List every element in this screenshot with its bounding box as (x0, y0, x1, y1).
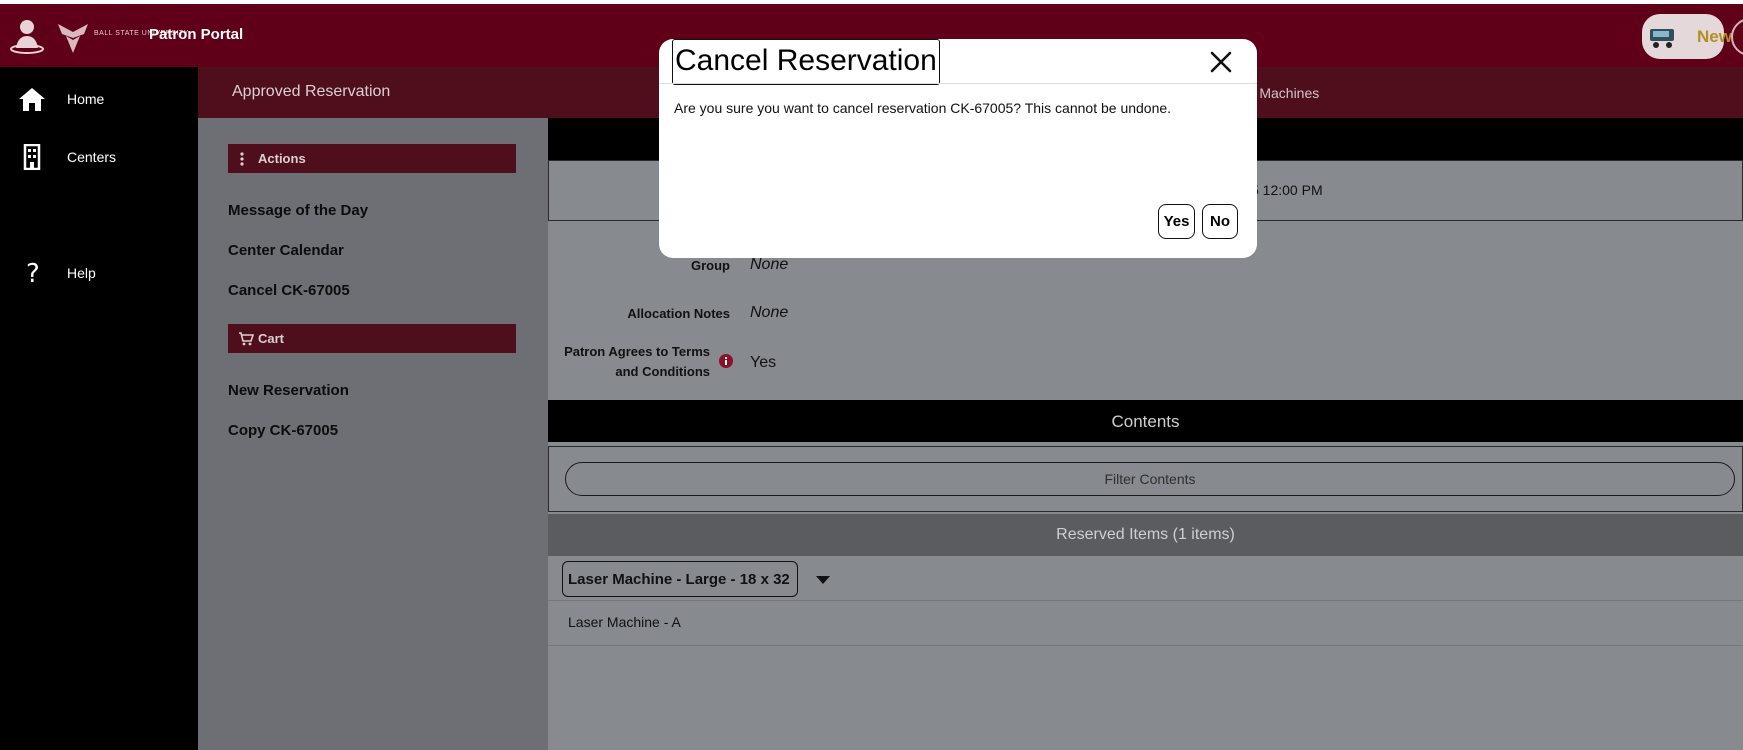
allocation-notes-value: None (750, 304, 789, 321)
building-icon (23, 144, 41, 170)
modal-divider (659, 83, 1257, 84)
question-icon: ? (26, 260, 40, 286)
yes-button[interactable]: Yes (1158, 204, 1195, 239)
actions-heading: Actions (228, 144, 516, 173)
close-icon[interactable] (1206, 47, 1236, 77)
item-type-label: Laser Machine - Large - 18 x 32 (568, 571, 790, 588)
cancel-reservation-link[interactable]: Cancel CK-67005 (228, 282, 350, 299)
user-icon[interactable] (10, 18, 44, 54)
nav-item-home[interactable]: Home (0, 81, 198, 117)
filter-contents-input[interactable] (565, 462, 1735, 496)
divider (548, 645, 1743, 646)
group-value: None (750, 256, 789, 273)
datetime-value: 5 12:00 PM (1251, 182, 1323, 198)
new-reservation-link[interactable]: New Reservation (228, 382, 349, 399)
chevron-down-icon[interactable] (816, 575, 830, 585)
terms-label: Patron Agrees to Terms and Conditions (564, 344, 710, 379)
filter-box (548, 446, 1743, 512)
no-button[interactable]: No (1202, 204, 1238, 239)
copy-reservation-link[interactable]: Copy CK-67005 (228, 422, 338, 439)
nav-item-help[interactable]: ? Help (0, 255, 198, 291)
portal-title: Patron Portal (149, 26, 244, 43)
nav-item-label: Help (67, 265, 96, 281)
info-icon[interactable] (719, 354, 733, 368)
university-seal-icon (58, 24, 88, 53)
modal-title: Cancel Reservation (672, 39, 940, 85)
modal-message: Are you sure you want to cancel reservat… (674, 100, 1172, 116)
cart-icon (239, 332, 254, 346)
vertical-dots-icon (240, 152, 244, 166)
page-title: Approved Reservation (232, 83, 391, 100)
cancel-reservation-modal: Cancel Reservation Are you sure you want… (659, 39, 1257, 258)
actions-sidebar: Actions Message of the Day Center Calend… (198, 118, 548, 750)
reserved-items-header: Reserved Items (1 items) (548, 514, 1743, 556)
item-type-select[interactable]: Laser Machine - Large - 18 x 32 (562, 561, 798, 597)
contents-header-label: Contents (1111, 412, 1180, 431)
reserved-items-label: Reserved Items (1 items) (1056, 526, 1235, 543)
divider (548, 600, 1743, 601)
allocation-notes-label: Allocation Notes (627, 306, 730, 321)
actions-heading-label: Actions (258, 151, 306, 166)
cart-heading-label: Cart (258, 331, 285, 346)
machine-list-item[interactable]: Laser Machine - A (568, 614, 681, 630)
svg-text:?: ? (26, 260, 40, 286)
nav-item-label: Centers (67, 149, 117, 165)
left-nav: Home Centers ? Help (0, 67, 198, 750)
laser-machine-icon (1650, 29, 1674, 48)
cart-heading: Cart (228, 324, 516, 353)
terms-value: Yes (750, 354, 777, 371)
account-button[interactable] (1731, 18, 1743, 56)
group-label: Group (691, 258, 730, 273)
new-label: New (1697, 27, 1732, 46)
message-of-the-day-link[interactable]: Message of the Day (228, 202, 368, 219)
center-calendar-link[interactable]: Center Calendar (228, 242, 344, 259)
new-reservation-button[interactable]: New (1642, 14, 1732, 59)
home-icon (19, 88, 45, 111)
nav-item-label: Home (67, 91, 105, 107)
nav-item-centers[interactable]: Centers (0, 139, 198, 175)
contents-header: Contents (548, 400, 1743, 442)
